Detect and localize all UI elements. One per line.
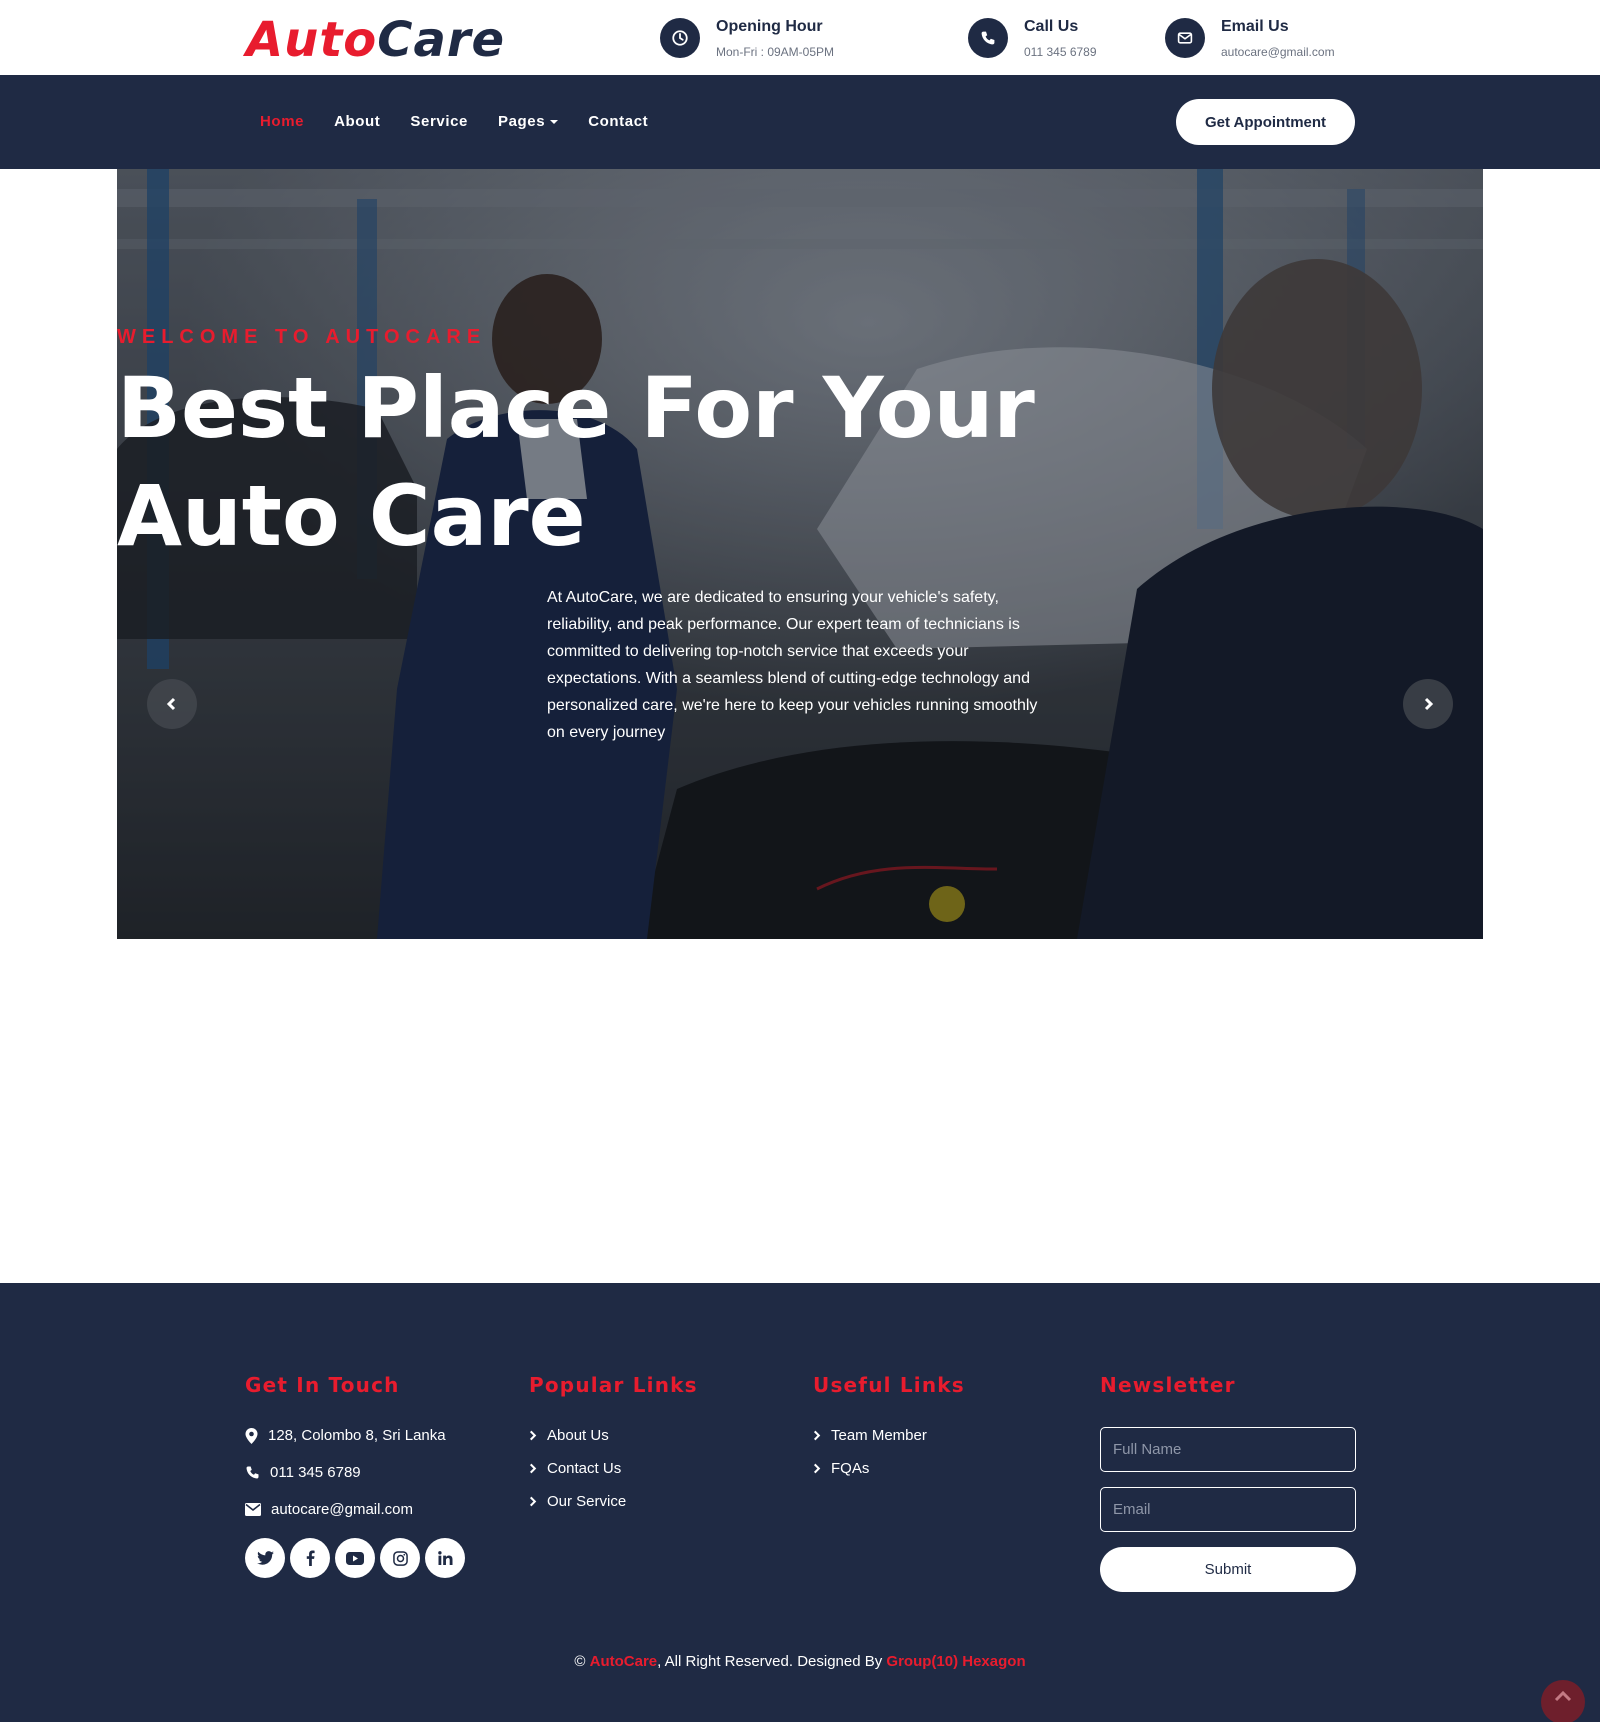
footer-link-label: Team Member — [831, 1427, 927, 1444]
newsletter-name-input[interactable] — [1100, 1427, 1356, 1472]
twitter-icon[interactable] — [245, 1538, 285, 1578]
footer-heading-popular-links: Popular Links — [529, 1373, 698, 1397]
call-us-value[interactable]: 011 345 6789 — [1024, 45, 1097, 59]
footer-link-faqs[interactable]: FQAs — [813, 1460, 1063, 1477]
instagram-icon[interactable] — [380, 1538, 420, 1578]
main-navbar: Home About Service Pages Contact Get App… — [0, 75, 1600, 169]
opening-hour-value: Mon-Fri : 09AM-05PM — [716, 44, 835, 59]
nav-item-about[interactable]: About — [334, 113, 380, 130]
brand-logo-part2: Care — [377, 12, 506, 68]
footer-heading-useful-links: Useful Links — [813, 1373, 965, 1397]
footer-phone: 011 345 6789 — [245, 1464, 495, 1481]
opening-hour-block: Opening Hour Mon-Fri : 09AM-05PM — [660, 17, 834, 59]
phone-icon — [968, 18, 1008, 58]
footer-email-text[interactable]: autocare@gmail.com — [271, 1501, 413, 1518]
nav-item-service[interactable]: Service — [410, 113, 468, 130]
footer-get-in-touch: Get In Touch 128, Colombo 8, Sri Lanka 0… — [245, 1373, 495, 1578]
email-us-title: Email Us — [1221, 17, 1289, 35]
opening-hour-title: Opening Hour — [716, 17, 823, 35]
hero-description: At AutoCare, we are dedicated to ensurin… — [547, 589, 1038, 741]
footer-link-contact-us[interactable]: Contact Us — [529, 1460, 779, 1477]
footer-address: 128, Colombo 8, Sri Lanka — [245, 1427, 495, 1444]
footer-useful-links: Useful Links Team Member FQAs — [813, 1373, 1063, 1493]
footer-link-label: FQAs — [831, 1460, 870, 1477]
top-bar: AutoCare Opening Hour Mon-Fri : 09AM-05P… — [0, 0, 1600, 75]
chevron-right-icon — [529, 1496, 537, 1507]
hero-title-line1: Best Place For Your — [117, 359, 1035, 457]
footer-phone-text[interactable]: 011 345 6789 — [270, 1464, 361, 1481]
call-us-title: Call Us — [1024, 17, 1079, 35]
email-us-block: Email Us autocare@gmail.com — [1165, 17, 1335, 59]
hero-title-line2: Auto Care — [117, 467, 586, 565]
nav-links: Home About Service Pages Contact — [260, 113, 678, 130]
get-appointment-button[interactable]: Get Appointment — [1176, 99, 1355, 145]
hero-title: Best Place For Your Auto Care — [117, 354, 1483, 570]
nav-item-pages[interactable]: Pages — [498, 113, 559, 130]
copyright-middle: , All Right Reserved. Designed By — [657, 1653, 887, 1670]
brand-logo-part1: Auto — [246, 12, 378, 68]
footer-link-label: About Us — [547, 1427, 609, 1444]
chevron-right-icon — [1424, 697, 1434, 711]
hero-carousel: WELCOME TO AUTOCARE Best Place For Your … — [117, 169, 1483, 939]
carousel-prev-button[interactable] — [147, 679, 197, 729]
chevron-up-icon — [1554, 1690, 1572, 1702]
footer-link-label: Contact Us — [547, 1460, 622, 1477]
chevron-right-icon — [813, 1430, 821, 1441]
newsletter-email-input[interactable] — [1100, 1487, 1356, 1532]
copyright-brand-link[interactable]: AutoCare — [590, 1653, 658, 1670]
clock-icon — [660, 18, 700, 58]
phone-icon — [246, 1466, 259, 1479]
call-us-block: Call Us 011 345 6789 — [968, 17, 1097, 59]
copyright-designer-link[interactable]: Group(10) Hexagon — [886, 1653, 1025, 1670]
envelope-icon — [1165, 18, 1205, 58]
social-links — [245, 1538, 495, 1578]
footer-popular-links: Popular Links About Us Contact Us Our Se… — [529, 1373, 779, 1526]
footer-newsletter: Newsletter Submit — [1100, 1373, 1356, 1592]
footer-heading-get-in-touch: Get In Touch — [245, 1373, 400, 1397]
footer-link-about-us[interactable]: About Us — [529, 1427, 779, 1444]
facebook-icon[interactable] — [290, 1538, 330, 1578]
caret-down-icon — [550, 119, 559, 124]
footer-heading-newsletter: Newsletter — [1100, 1373, 1236, 1397]
youtube-icon[interactable] — [335, 1538, 375, 1578]
footer-address-text: 128, Colombo 8, Sri Lanka — [268, 1427, 446, 1444]
envelope-icon — [245, 1503, 261, 1516]
footer-link-label: Our Service — [547, 1493, 627, 1510]
back-to-top-button[interactable] — [1541, 1680, 1585, 1722]
chevron-left-icon — [166, 697, 176, 711]
footer-link-team-member[interactable]: Team Member — [813, 1427, 1063, 1444]
email-us-value[interactable]: autocare@gmail.com — [1221, 45, 1335, 59]
newsletter-submit-button[interactable]: Submit — [1100, 1547, 1356, 1592]
chevron-right-icon — [529, 1430, 537, 1441]
copyright-text: © AutoCare, All Right Reserved. Designed… — [0, 1653, 1600, 1670]
nav-item-home[interactable]: Home — [260, 113, 304, 130]
chevron-right-icon — [529, 1463, 537, 1474]
copyright-prefix: © — [574, 1653, 590, 1670]
site-footer: Get In Touch 128, Colombo 8, Sri Lanka 0… — [0, 1283, 1600, 1722]
nav-item-pages-label: Pages — [498, 113, 546, 130]
footer-email: autocare@gmail.com — [245, 1501, 495, 1518]
carousel-next-button[interactable] — [1403, 679, 1453, 729]
chevron-right-icon — [813, 1463, 821, 1474]
map-marker-icon — [245, 1427, 258, 1444]
nav-item-contact[interactable]: Contact — [588, 113, 648, 130]
footer-link-our-service[interactable]: Our Service — [529, 1493, 779, 1510]
hero-eyebrow: WELCOME TO AUTOCARE — [117, 326, 487, 348]
linkedin-icon[interactable] — [425, 1538, 465, 1578]
brand-logo[interactable]: AutoCare — [246, 12, 505, 68]
